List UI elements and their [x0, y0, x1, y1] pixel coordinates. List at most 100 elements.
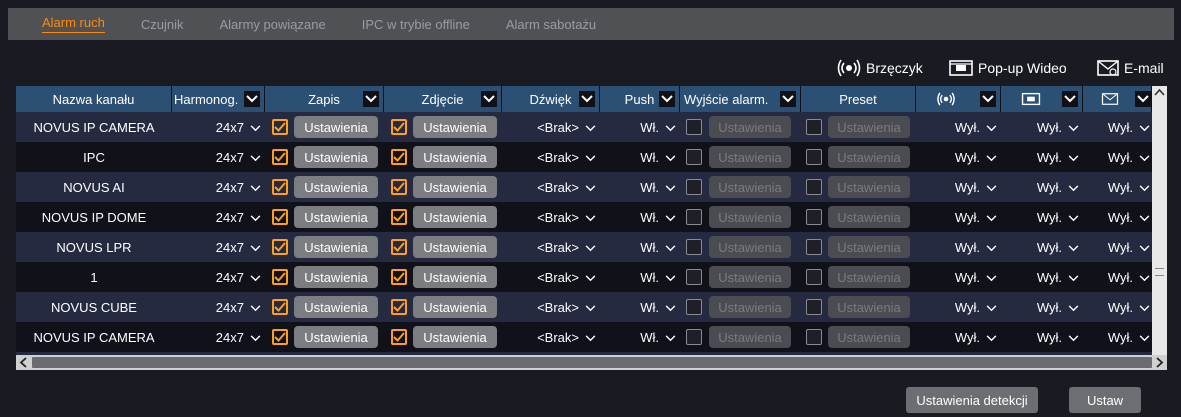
horizontal-scroll-thumb[interactable] [32, 357, 1152, 368]
horizontal-scrollbar[interactable] [16, 355, 1167, 370]
buzzer-select[interactable]: Wył. [916, 232, 1001, 262]
buzzer-select[interactable]: Wył. [916, 202, 1001, 232]
sound-select[interactable]: <Brak> [502, 232, 600, 262]
sound-select[interactable]: <Brak> [502, 142, 600, 172]
snapshot-settings-button[interactable]: Ustawienia [413, 112, 497, 142]
chevron-down-icon[interactable] [244, 91, 260, 107]
preset-checkbox[interactable] [806, 322, 824, 352]
schedule-select[interactable]: 24x7 [172, 262, 265, 292]
preset-checkbox[interactable] [806, 262, 824, 292]
record-checkbox[interactable] [272, 292, 290, 322]
buzzer-select[interactable]: Wył. [916, 322, 1001, 352]
preset-settings-button[interactable]: Ustawienia [828, 262, 910, 292]
snapshot-checkbox[interactable] [391, 232, 409, 262]
preset-settings-button[interactable]: Ustawienia [828, 202, 910, 232]
alarm-out-checkbox[interactable] [686, 202, 704, 232]
alarm-out-settings-button[interactable]: Ustawienia [709, 292, 791, 322]
tab-alarmy-powiazane[interactable]: Alarmy powiązane [219, 17, 325, 32]
record-checkbox[interactable] [272, 262, 290, 292]
col-popup[interactable] [1001, 86, 1083, 112]
record-settings-button[interactable]: Ustawienia [294, 232, 378, 262]
popup-select[interactable]: Wył. [1001, 172, 1083, 202]
buzzer-select[interactable]: Wył. [916, 292, 1001, 322]
email-select[interactable]: Wył. [1083, 112, 1152, 142]
email-select[interactable]: Wył. [1083, 232, 1152, 262]
alarm-out-checkbox[interactable] [686, 292, 704, 322]
popup-select[interactable]: Wył. [1001, 232, 1083, 262]
preset-checkbox[interactable] [806, 232, 824, 262]
email-select[interactable]: Wył. [1083, 292, 1152, 322]
chevron-down-icon[interactable] [980, 91, 996, 107]
col-alarm-out[interactable]: Wyjście alarm. [680, 86, 801, 112]
alarm-out-settings-button[interactable]: Ustawienia [709, 112, 791, 142]
snapshot-settings-button[interactable]: Ustawienia [413, 142, 497, 172]
record-settings-button[interactable]: Ustawienia [294, 202, 378, 232]
snapshot-checkbox[interactable] [391, 142, 409, 172]
chevron-down-icon[interactable] [363, 91, 379, 107]
record-settings-button[interactable]: Ustawienia [294, 172, 378, 202]
popup-select[interactable]: Wył. [1001, 202, 1083, 232]
popup-select[interactable]: Wył. [1001, 142, 1083, 172]
alarm-out-settings-button[interactable]: Ustawienia [709, 262, 791, 292]
schedule-select[interactable]: 24x7 [172, 322, 265, 352]
scroll-thumb[interactable] [1155, 268, 1164, 276]
sound-select[interactable]: <Brak> [502, 292, 600, 322]
sound-select[interactable]: <Brak> [502, 322, 600, 352]
record-checkbox[interactable] [272, 172, 290, 202]
preset-settings-button[interactable]: Ustawienia [828, 292, 910, 322]
alarm-out-checkbox[interactable] [686, 142, 704, 172]
email-select[interactable]: Wył. [1083, 322, 1152, 352]
col-email[interactable] [1083, 86, 1152, 112]
snapshot-settings-button[interactable]: Ustawienia [413, 172, 497, 202]
alarm-out-settings-button[interactable]: Ustawienia [709, 322, 791, 352]
email-select[interactable]: Wył. [1083, 172, 1152, 202]
record-settings-button[interactable]: Ustawienia [294, 142, 378, 172]
buzzer-select[interactable]: Wył. [916, 262, 1001, 292]
preset-settings-button[interactable]: Ustawienia [828, 322, 910, 352]
snapshot-checkbox[interactable] [391, 202, 409, 232]
snapshot-settings-button[interactable]: Ustawienia [413, 262, 497, 292]
alarm-out-checkbox[interactable] [686, 172, 704, 202]
alarm-out-checkbox[interactable] [686, 262, 704, 292]
sound-select[interactable]: <Brak> [502, 172, 600, 202]
preset-checkbox[interactable] [806, 112, 824, 142]
buzzer-select[interactable]: Wył. [916, 142, 1001, 172]
preset-settings-button[interactable]: Ustawienia [828, 172, 910, 202]
vertical-scrollbar[interactable] [1152, 86, 1167, 355]
popup-select[interactable]: Wył. [1001, 292, 1083, 322]
schedule-select[interactable]: 24x7 [172, 112, 265, 142]
preset-settings-button[interactable]: Ustawienia [828, 142, 910, 172]
snapshot-checkbox[interactable] [391, 292, 409, 322]
alarm-out-settings-button[interactable]: Ustawienia [709, 232, 791, 262]
col-sound[interactable]: Dźwięk [502, 86, 600, 112]
chevron-down-icon[interactable] [1062, 91, 1078, 107]
popup-select[interactable]: Wył. [1001, 322, 1083, 352]
record-checkbox[interactable] [272, 112, 290, 142]
tab-czujnik[interactable]: Czujnik [141, 17, 184, 32]
schedule-select[interactable]: 24x7 [172, 202, 265, 232]
alarm-out-settings-button[interactable]: Ustawienia [709, 202, 791, 232]
email-select[interactable]: Wył. [1083, 262, 1152, 292]
apply-button[interactable]: Ustaw [1069, 387, 1141, 413]
preset-checkbox[interactable] [806, 292, 824, 322]
col-record[interactable]: Zapis [265, 86, 384, 112]
record-checkbox[interactable] [272, 142, 290, 172]
push-select[interactable]: Wł. [600, 322, 680, 352]
preset-checkbox[interactable] [806, 202, 824, 232]
tab-ipc-offline[interactable]: IPC w trybie offline [362, 17, 470, 32]
detection-settings-button[interactable]: Ustawienia detekcji [906, 387, 1038, 413]
record-settings-button[interactable]: Ustawienia [294, 322, 378, 352]
buzzer-select[interactable]: Wył. [916, 172, 1001, 202]
preset-checkbox[interactable] [806, 172, 824, 202]
snapshot-settings-button[interactable]: Ustawienia [413, 292, 497, 322]
tab-alarm-sabotazu[interactable]: Alarm sabotażu [506, 17, 596, 32]
col-push[interactable]: Push [600, 86, 680, 112]
popup-select[interactable]: Wył. [1001, 262, 1083, 292]
popup-select[interactable]: Wył. [1001, 112, 1083, 142]
snapshot-settings-button[interactable]: Ustawienia [413, 232, 497, 262]
snapshot-checkbox[interactable] [391, 112, 409, 142]
snapshot-checkbox[interactable] [391, 262, 409, 292]
email-select[interactable]: Wył. [1083, 202, 1152, 232]
alarm-out-checkbox[interactable] [686, 322, 704, 352]
record-checkbox[interactable] [272, 232, 290, 262]
